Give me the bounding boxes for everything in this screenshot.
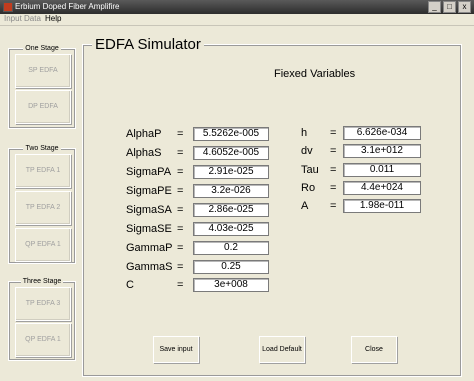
- alphap-equals: =: [177, 128, 184, 140]
- fixed-variables-label: Fiexed Variables: [274, 68, 356, 80]
- three-stage-title: Three Stage: [20, 278, 64, 285]
- sp-edfa-button[interactable]: SP EDFA: [15, 54, 71, 88]
- qp-edfa-1-button[interactable]: QP EDFA 1: [15, 228, 71, 262]
- alphap-value[interactable]: 5.5262e-005: [193, 127, 269, 141]
- gammas-value[interactable]: 0.25: [193, 260, 269, 274]
- sigmase-equals: =: [177, 223, 184, 235]
- sigmasa-label: SigmaSA: [126, 204, 172, 216]
- c-label: C: [126, 279, 134, 291]
- tp-edfa-1-button[interactable]: TP EDFA 1: [15, 154, 71, 188]
- gammap-value[interactable]: 0.2: [193, 241, 269, 255]
- sigmape-equals: =: [177, 185, 184, 197]
- dv-label: dv: [301, 145, 313, 157]
- c-value[interactable]: 3e+008: [193, 278, 269, 292]
- sigmasa-equals: =: [177, 204, 184, 216]
- load-default-button[interactable]: Load Default: [259, 336, 305, 363]
- sigmapa-value[interactable]: 2.91e-025: [193, 165, 269, 179]
- menu-input-data[interactable]: Input Data: [4, 14, 41, 23]
- tp-edfa-3-button[interactable]: TP EDFA 3: [15, 287, 71, 321]
- menu-help[interactable]: Help: [45, 14, 61, 23]
- sigmase-value[interactable]: 4.03e-025: [193, 222, 269, 236]
- two-stage-title: Two Stage: [23, 145, 61, 152]
- close-button[interactable]: Close: [351, 336, 397, 363]
- h-value[interactable]: 6.626e-034: [343, 126, 421, 140]
- ro-equals: =: [330, 182, 337, 194]
- sigmapa-label: SigmaPA: [126, 166, 172, 178]
- sigmape-label: SigmaPE: [126, 185, 172, 197]
- one-stage-title: One Stage: [23, 45, 61, 52]
- c-equals: =: [177, 279, 184, 291]
- tau-equals: =: [330, 164, 337, 176]
- dp-edfa-button[interactable]: DP EDFA: [15, 90, 71, 124]
- save-input-button[interactable]: Save input: [153, 336, 199, 363]
- app-icon: [3, 2, 13, 12]
- one-stage-panel: One Stage SP EDFA DP EDFA: [8, 45, 76, 129]
- h-label: h: [301, 127, 308, 139]
- a-value[interactable]: 1.98e-011: [343, 199, 421, 213]
- three-stage-panel: Three Stage TP EDFA 3 QP EDFA 1: [8, 278, 76, 361]
- sigmapa-equals: =: [177, 166, 184, 178]
- dv-equals: =: [330, 145, 337, 157]
- alphas-equals: =: [177, 147, 184, 159]
- alphas-value[interactable]: 4.6052e-005: [193, 146, 269, 160]
- tau-label: Tau: [301, 164, 319, 176]
- alphap-label: AlphaP: [126, 128, 162, 140]
- title-bar: Erbium Doped Fiber Amplifire _ □ x: [0, 0, 474, 14]
- qp-edfa-1-three-stage-button[interactable]: QP EDFA 1: [15, 323, 71, 357]
- h-equals: =: [330, 127, 337, 139]
- ro-label: Ro: [301, 182, 316, 194]
- gammap-equals: =: [177, 242, 184, 254]
- close-window-button[interactable]: x: [458, 1, 471, 13]
- tp-edfa-2-button[interactable]: TP EDFA 2: [15, 191, 71, 225]
- alphas-label: AlphaS: [126, 147, 162, 159]
- sigmape-value[interactable]: 3.2e-026: [193, 184, 269, 198]
- a-equals: =: [330, 200, 337, 212]
- gammap-label: GammaP: [126, 242, 173, 254]
- tau-value[interactable]: 0.011: [343, 163, 421, 177]
- simulator-panel: EDFA Simulator Fiexed Variables AlphaP =…: [82, 36, 462, 377]
- dv-value[interactable]: 3.1e+012: [343, 144, 421, 158]
- sigmase-label: SigmaSE: [126, 223, 172, 235]
- menu-bar: Input Data Help: [0, 14, 474, 26]
- ro-value[interactable]: 4.4e+024: [343, 181, 421, 195]
- sigmasa-value[interactable]: 2.86e-025: [193, 203, 269, 217]
- minimize-button[interactable]: _: [428, 1, 441, 13]
- gammas-label: GammaS: [126, 261, 173, 273]
- simulator-title: EDFA Simulator: [92, 36, 204, 53]
- a-label: A: [301, 200, 309, 212]
- two-stage-panel: Two Stage TP EDFA 1 TP EDFA 2 QP EDFA 1: [8, 145, 76, 264]
- gammas-equals: =: [177, 261, 184, 273]
- maximize-button[interactable]: □: [443, 1, 456, 13]
- window-title: Erbium Doped Fiber Amplifire: [15, 2, 120, 11]
